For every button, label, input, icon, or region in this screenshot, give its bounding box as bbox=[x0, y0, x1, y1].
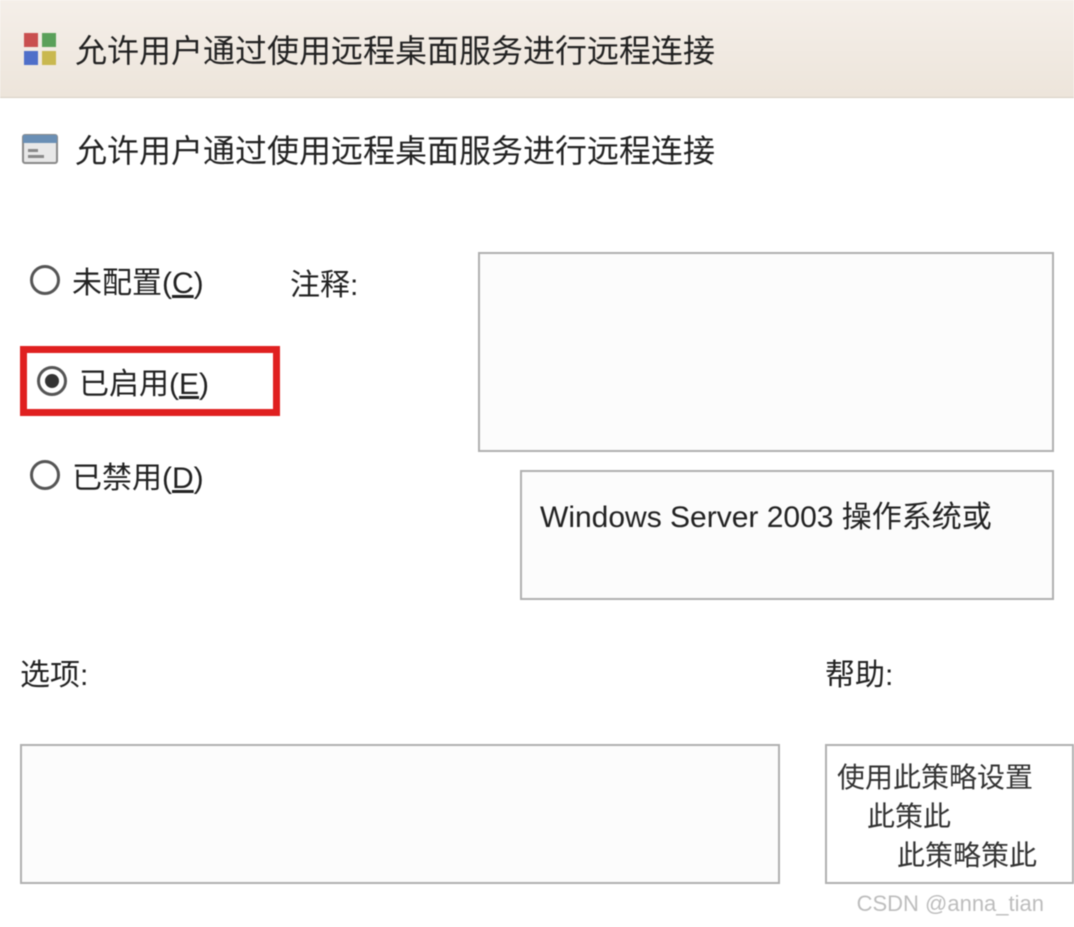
radio-indicator-icon bbox=[30, 460, 60, 490]
help-text-line: 使用此策略设置 bbox=[837, 758, 1062, 797]
policy-app-icon bbox=[20, 29, 60, 69]
policy-title: 允许用户通过使用远程桌面服务进行远程连接 bbox=[75, 126, 715, 172]
window-titlebar: 允许用户通过使用远程桌面服务进行远程连接 bbox=[0, 0, 1074, 98]
options-panel bbox=[20, 744, 780, 884]
supported-os-text: Windows Server 2003 操作系统或 bbox=[540, 501, 992, 534]
supported-os-box: Windows Server 2003 操作系统或 bbox=[520, 470, 1054, 600]
window-title: 允许用户通过使用远程桌面服务进行远程连接 bbox=[75, 26, 715, 72]
right-section: 注释: Windows Server 2003 操作系统或 bbox=[280, 252, 1054, 600]
comment-textarea[interactable] bbox=[478, 252, 1054, 452]
help-text-line: 此策略策此 bbox=[837, 836, 1062, 875]
lower-labels: 选项: 帮助: bbox=[0, 620, 1074, 694]
watermark: CSDN @anna_tian bbox=[857, 891, 1044, 917]
help-panel: 使用此策略设置 此策此 此策略策此 bbox=[825, 744, 1074, 884]
radio-disabled[interactable]: 已禁用(D) bbox=[20, 447, 280, 503]
policy-header: 允许用户通过使用远程桌面服务进行远程连接 bbox=[0, 98, 1074, 182]
state-radio-group: 未配置(C) 已启用(E) 已禁用(D) bbox=[20, 252, 280, 600]
settings-content: 未配置(C) 已启用(E) 已禁用(D) 注释: Windows Server … bbox=[0, 182, 1074, 620]
radio-not-configured-label: 未配置(C) bbox=[72, 258, 204, 302]
lower-boxes: 使用此策略设置 此策此 此策略策此 bbox=[0, 694, 1074, 884]
radio-indicator-icon bbox=[37, 366, 67, 396]
radio-disabled-label: 已禁用(D) bbox=[72, 453, 204, 497]
comment-label: 注释: bbox=[290, 252, 358, 304]
options-label: 选项: bbox=[20, 650, 88, 694]
radio-enabled-label: 已启用(E) bbox=[79, 359, 209, 403]
help-label: 帮助: bbox=[825, 650, 893, 694]
radio-enabled[interactable]: 已启用(E) bbox=[20, 346, 280, 416]
radio-not-configured[interactable]: 未配置(C) bbox=[20, 252, 280, 308]
help-text-line: 此策此 bbox=[837, 797, 1062, 836]
policy-icon bbox=[20, 129, 60, 169]
radio-indicator-icon bbox=[30, 265, 60, 295]
